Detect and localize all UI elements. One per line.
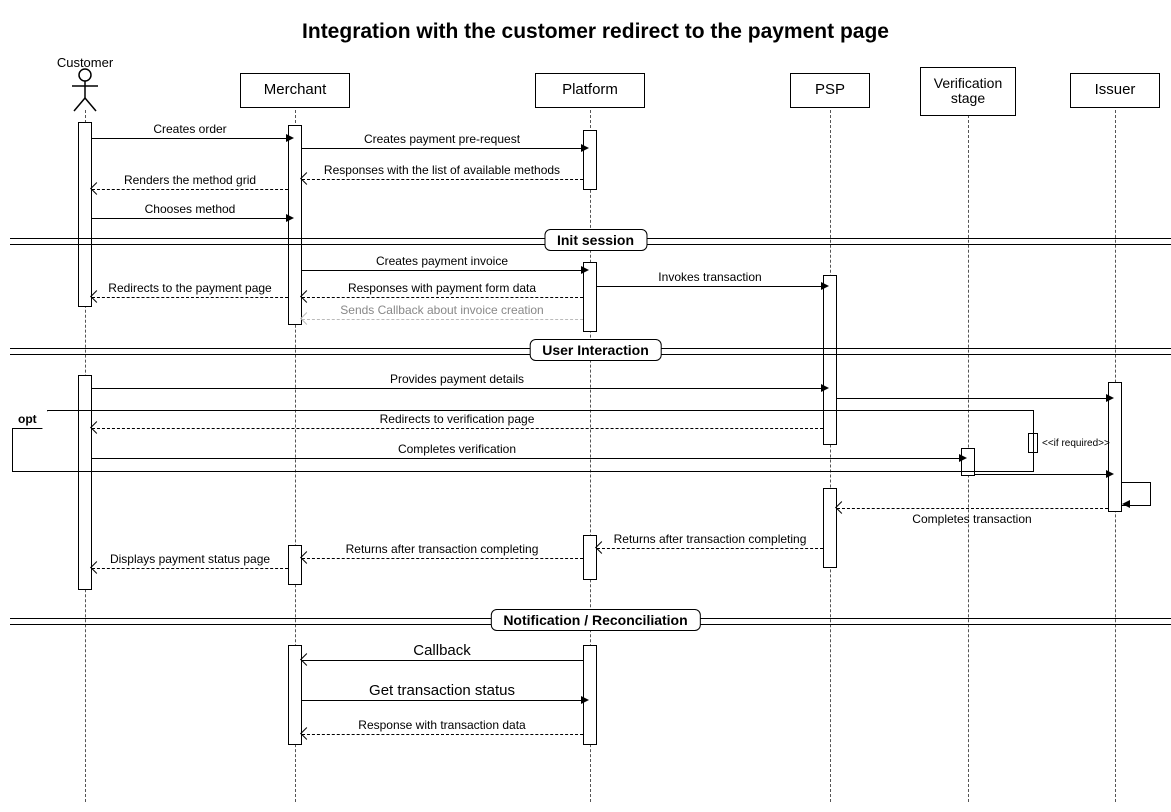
msg-arrow xyxy=(92,458,961,459)
actor-merchant: Merchant xyxy=(240,73,350,108)
divider-label: User Interaction xyxy=(529,339,662,361)
activation xyxy=(78,122,92,307)
actor-verification: Verification stage xyxy=(920,67,1016,116)
opt-guard: <<if required>> xyxy=(1042,438,1110,449)
msg-label: Creates payment invoice xyxy=(376,254,508,268)
msg-label: Completes verification xyxy=(398,442,516,456)
diagram-title: Integration with the customer redirect t… xyxy=(10,20,1171,44)
msg-label: Creates order xyxy=(153,122,226,136)
msg-label: Completes transaction xyxy=(912,512,1031,526)
msg-arrow xyxy=(92,297,288,298)
arrowhead-icon xyxy=(959,454,967,462)
opt-label: opt xyxy=(12,410,48,429)
arrowhead-icon xyxy=(835,501,848,514)
msg-arrow xyxy=(302,270,583,271)
msg-arrow xyxy=(92,189,288,190)
msg-arrow xyxy=(92,218,288,219)
msg-arrow xyxy=(302,319,583,320)
msg-arrow xyxy=(302,734,583,735)
msg-label: Renders the method grid xyxy=(124,173,256,187)
msg-label: Provides payment details xyxy=(390,372,524,386)
msg-arrow xyxy=(92,428,823,429)
arrowhead-icon xyxy=(90,290,103,303)
msg-arrow xyxy=(302,179,583,180)
arrowhead-icon xyxy=(1122,500,1130,508)
activation xyxy=(78,375,92,590)
sequence-diagram: Integration with the customer redirect t… xyxy=(10,10,1171,802)
msg-arrow xyxy=(597,548,823,549)
arrowhead-icon xyxy=(581,144,589,152)
msg-label: Responses with the list of available met… xyxy=(324,163,560,177)
arrowhead-icon xyxy=(595,541,608,554)
arrowhead-icon xyxy=(821,384,829,392)
msg-arrow xyxy=(837,398,1108,399)
msg-arrow xyxy=(92,138,288,139)
msg-arrow xyxy=(92,388,823,389)
msg-label: Chooses method xyxy=(145,202,236,216)
msg-label: Sends Callback about invoice creation xyxy=(340,303,543,317)
msg-label: Redirects to the payment page xyxy=(108,281,271,295)
msg-label: Returns after transaction completing xyxy=(614,532,807,546)
arrowhead-icon xyxy=(300,551,313,564)
actor-issuer: Issuer xyxy=(1070,73,1160,108)
msg-label: Responses with payment form data xyxy=(348,281,536,295)
msg-label: Invokes transaction xyxy=(658,270,761,284)
arrowhead-icon xyxy=(286,134,294,142)
msg-label: Response with transaction data xyxy=(358,718,525,732)
activation xyxy=(583,645,597,745)
msg-label: Displays payment status page xyxy=(110,552,270,566)
msg-arrow xyxy=(302,148,583,149)
arrowhead-icon xyxy=(581,696,589,704)
msg-arrow xyxy=(92,568,288,569)
divider-label: Notification / Reconciliation xyxy=(490,609,700,631)
msg-label: Returns after transaction completing xyxy=(346,542,539,556)
msg-arrow xyxy=(302,700,583,701)
arrowhead-icon xyxy=(300,312,313,325)
actor-customer-icon xyxy=(70,68,100,117)
arrowhead-icon xyxy=(300,653,313,666)
msg-arrow xyxy=(837,508,1108,509)
arrowhead-icon xyxy=(1106,470,1114,478)
activation xyxy=(583,535,597,580)
msg-label: Creates payment pre-request xyxy=(364,132,520,146)
msg-arrow xyxy=(597,286,823,287)
msg-arrow xyxy=(975,474,1108,475)
msg-arrow xyxy=(302,297,583,298)
arrowhead-icon xyxy=(581,266,589,274)
msg-arrow xyxy=(302,558,583,559)
arrowhead-icon xyxy=(300,290,313,303)
msg-arrow xyxy=(302,660,583,661)
divider-label: Init session xyxy=(544,229,647,251)
activation xyxy=(583,130,597,190)
activation xyxy=(823,488,837,568)
arrowhead-icon xyxy=(90,561,103,574)
arrowhead-icon xyxy=(821,282,829,290)
arrowhead-icon xyxy=(286,214,294,222)
msg-label: Get transaction status xyxy=(369,682,515,699)
actor-psp: PSP xyxy=(790,73,870,108)
arrowhead-icon xyxy=(1106,394,1114,402)
actor-platform: Platform xyxy=(535,73,645,108)
activation xyxy=(288,545,302,585)
arrowhead-icon xyxy=(300,172,313,185)
msg-label: Redirects to verification page xyxy=(380,412,535,426)
arrowhead-icon xyxy=(300,727,313,740)
msg-label: Callback xyxy=(413,642,471,659)
arrowhead-icon xyxy=(90,182,103,195)
